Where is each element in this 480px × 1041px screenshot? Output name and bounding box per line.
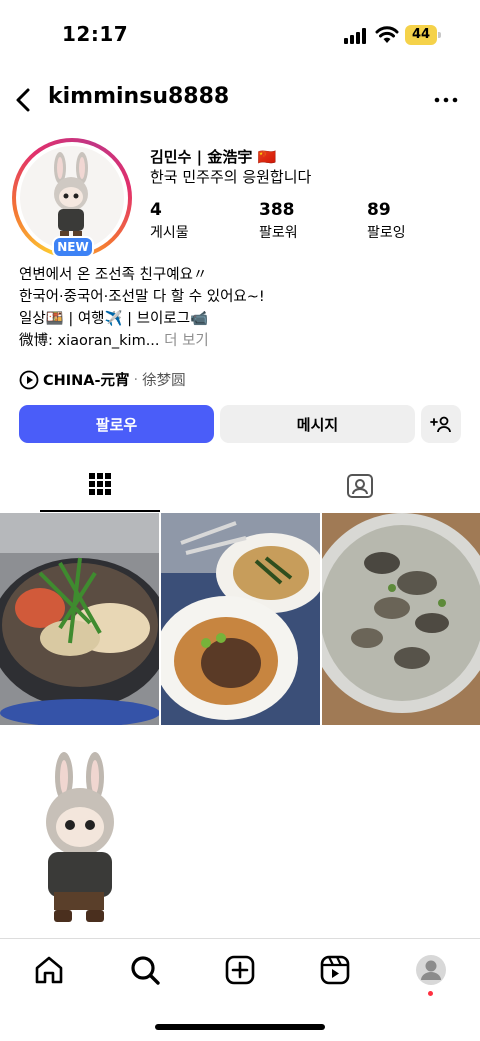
music-artist: 徐梦圆: [142, 373, 186, 389]
tab-posts-grid[interactable]: [40, 462, 160, 512]
profile-tab[interactable]: [414, 953, 448, 996]
post-image-clam-soup: [322, 513, 480, 725]
back-arrow-icon[interactable]: [10, 84, 38, 116]
see-more-link[interactable]: 더 보기: [160, 333, 209, 349]
post-thumbnail[interactable]: [161, 513, 320, 725]
bio-line: 한국어·중국어·조선말 다 할 수 있어요~!: [19, 289, 265, 305]
add-person-icon: [430, 416, 451, 433]
post-thumbnail[interactable]: [0, 513, 159, 725]
post-image-doll-figure: [0, 727, 159, 939]
stat-value: 388: [259, 200, 295, 220]
profile-tabs: [0, 462, 480, 512]
wifi-icon: [375, 26, 399, 43]
profile-music[interactable]: CHINA-元宵 · 徐梦圆: [19, 369, 186, 390]
stat-value: 89: [367, 200, 391, 220]
reels-icon[interactable]: [318, 953, 352, 987]
avatar-figure: [54, 152, 88, 241]
music-title: CHINA-元宵: [43, 373, 130, 389]
avatar: [20, 146, 124, 250]
profile-bio: 연변에서 온 조선족 친구예요〃 한국어·중국어·조선말 다 할 수 있어요~!…: [19, 264, 469, 352]
create-post-icon[interactable]: [223, 953, 257, 987]
stat-label: 팔로잉: [367, 225, 406, 241]
notification-dot: [428, 991, 433, 996]
grid-icon: [89, 473, 111, 495]
home-indicator: [155, 1024, 325, 1030]
new-badge: NEW: [52, 236, 94, 258]
play-icon: [19, 370, 39, 389]
username: kimminsu8888: [48, 84, 230, 109]
stat-value: 4: [150, 200, 162, 220]
bio-line: 微博: xiaoran_kim... 더 보기: [19, 330, 469, 352]
stat-followers[interactable]: 388 팔로워: [259, 200, 298, 242]
tagged-person-icon: [347, 474, 373, 498]
bottom-navigation: [0, 938, 480, 1041]
battery-icon: 44: [405, 25, 441, 45]
music-separator: ·: [133, 371, 139, 388]
profile-header: kimminsu8888: [0, 78, 480, 122]
battery-level: 44: [405, 25, 437, 45]
profile-tagline: 한국 민주주의 응원합니다: [150, 168, 312, 186]
post-thumbnail[interactable]: [0, 727, 159, 939]
tab-tagged[interactable]: [300, 462, 420, 512]
stat-posts[interactable]: 4 게시물: [150, 200, 189, 242]
profile-fullname: 김민수 | 金浩宇 🇨🇳: [150, 148, 277, 166]
status-bar: 12:17 44: [0, 0, 480, 72]
bio-line: 일상🍱 | 여행✈️ | 브이로그📹: [19, 311, 209, 327]
cellular-signal-icon: [344, 28, 368, 44]
suggested-users-button[interactable]: [421, 405, 461, 443]
follow-button[interactable]: 팔로우: [19, 405, 214, 443]
post-thumbnail[interactable]: [322, 513, 480, 725]
stat-label: 게시물: [150, 225, 189, 241]
home-icon[interactable]: [32, 953, 66, 987]
bio-line: 연변에서 온 조선족 친구예요〃: [19, 267, 208, 283]
post-image-grilled-dish: [0, 513, 159, 725]
stat-following[interactable]: 89 팔로잉: [367, 200, 406, 242]
profile-avatar-icon: [416, 955, 446, 985]
status-time: 12:17: [62, 22, 129, 46]
bio-weibo: 微博: xiaoran_kim...: [19, 333, 160, 349]
search-icon[interactable]: [128, 953, 162, 987]
more-options-icon[interactable]: [432, 90, 460, 110]
stat-label: 팔로워: [259, 225, 298, 241]
post-image-pasta: [161, 513, 320, 725]
message-button[interactable]: 메시지: [220, 405, 415, 443]
